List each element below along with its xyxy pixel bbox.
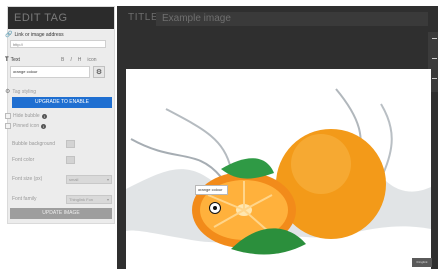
chevron-down-icon: ▾ bbox=[106, 177, 109, 182]
title-label: TITLE bbox=[128, 12, 159, 23]
update-image-button[interactable]: UPDATE IMAGE bbox=[10, 208, 112, 219]
text-label-row: T Text bbox=[5, 57, 20, 63]
hide-bubble-label: Hide bubble bbox=[13, 113, 40, 119]
title-input[interactable]: Example image bbox=[156, 12, 428, 26]
pinned-icon-row: Pinned icon i bbox=[5, 123, 47, 129]
icon-toggle[interactable]: icon bbox=[87, 57, 96, 63]
tool-line-icon[interactable] bbox=[432, 78, 437, 79]
settings-icon: ⚙ bbox=[5, 89, 11, 95]
bubble-background-swatch[interactable] bbox=[66, 140, 75, 148]
tag-text-input[interactable]: orange colour bbox=[10, 66, 90, 78]
tag-tooltip: orange colour bbox=[195, 185, 228, 195]
font-color-label: Font color bbox=[12, 157, 35, 163]
hide-bubble-row: Hide bubble i bbox=[5, 113, 47, 119]
example-image[interactable] bbox=[126, 69, 431, 269]
info-icon: i bbox=[41, 123, 47, 129]
heading-button[interactable]: H bbox=[78, 57, 82, 63]
font-size-select[interactable]: small ▾ bbox=[66, 175, 112, 184]
font-color-swatch[interactable] bbox=[66, 156, 75, 164]
tool-line-icon[interactable] bbox=[432, 38, 437, 39]
pinned-icon-checkbox[interactable] bbox=[5, 123, 11, 129]
tag-styling-row: ⚙ Tag styling bbox=[5, 88, 37, 96]
font-family-label: Font family bbox=[12, 196, 37, 202]
link-label: Link or image address bbox=[14, 31, 64, 38]
upgrade-button[interactable]: UPGRADE TO ENABLE bbox=[12, 97, 112, 108]
font-size-value: small bbox=[69, 177, 79, 182]
thinglink-badge[interactable]: thinglink bbox=[412, 258, 432, 267]
italic-button[interactable]: I bbox=[70, 57, 71, 63]
tag-styling-label: Tag styling bbox=[12, 88, 37, 95]
orange-splash-illustration bbox=[126, 88, 431, 255]
settings-button[interactable]: ⚙ bbox=[93, 66, 105, 78]
text-label: Text bbox=[10, 57, 20, 63]
tag-dot-icon bbox=[213, 206, 217, 210]
tool-line-icon[interactable] bbox=[432, 58, 437, 59]
tag-target-icon[interactable] bbox=[209, 202, 221, 214]
bold-button[interactable]: B bbox=[61, 57, 64, 63]
bubble-background-label: Bubble background bbox=[12, 141, 56, 147]
panel-header: EDIT TAG bbox=[8, 7, 114, 29]
font-family-value: Thinglink Fon bbox=[69, 197, 94, 202]
gear-icon: ⚙ bbox=[95, 69, 103, 76]
hide-bubble-checkbox[interactable] bbox=[5, 113, 11, 119]
pinned-icon-label: Pinned icon bbox=[13, 123, 40, 129]
text-icon: T bbox=[5, 57, 9, 63]
link-icon: 🔗 bbox=[5, 32, 13, 38]
font-family-select[interactable]: Thinglink Fon ▾ bbox=[66, 195, 112, 204]
text-format-controls: B I H icon bbox=[61, 57, 97, 63]
font-size-label: Font size (px) bbox=[12, 176, 43, 182]
link-label-row: 🔗 Link or image address bbox=[5, 31, 64, 39]
link-input[interactable] bbox=[10, 40, 106, 48]
info-icon: i bbox=[41, 113, 47, 119]
chevron-down-icon: ▾ bbox=[106, 197, 109, 202]
